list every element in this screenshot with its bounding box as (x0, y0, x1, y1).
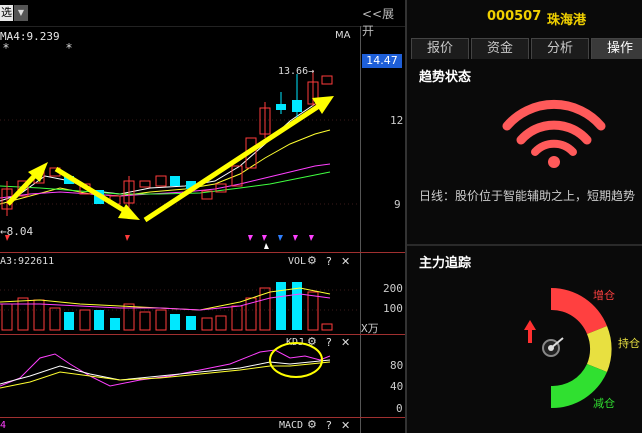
low-price-label: ←8.04 (0, 225, 34, 238)
candle-up (139, 180, 151, 188)
gear-icon[interactable]: ⚙ (307, 418, 317, 431)
tab-operation[interactable]: 操作 (591, 38, 642, 59)
candlestick-chart[interactable] (0, 26, 360, 252)
chart-area[interactable]: 选 ▼ <<展开 MA4:9.239 MA * * 14.47 12 9 13.… (0, 0, 405, 433)
price-axis-line (360, 26, 361, 433)
volume-title: VOL (288, 256, 307, 267)
stock-code: 000507 (487, 9, 542, 24)
macd-legend: 4 (0, 420, 7, 431)
trend-arrows (6, 96, 334, 223)
expand-button[interactable]: <<展开 (362, 5, 405, 39)
kdj-axis-label: 40 (390, 380, 404, 393)
section-divider (407, 244, 642, 246)
gauge-label-increase: 增仓 (593, 289, 615, 302)
price-axis-label: 12 (390, 114, 404, 127)
stock-name: 珠海港 (547, 13, 587, 28)
high-price-label: 13.66→ (278, 66, 315, 77)
trend-description: 日线：股价位于智能辅助之上，短期趋势 (419, 189, 636, 203)
main-force-title: 主力追踪 (419, 256, 472, 271)
volume-chart[interactable] (0, 270, 360, 332)
gear-icon[interactable]: ⚙ (307, 254, 317, 267)
arrow-up-icon-shaft (528, 329, 532, 343)
kdj-axis-label: 0 (396, 402, 403, 415)
highlight-circle (269, 342, 323, 378)
tab-funds[interactable]: 资金 (471, 38, 529, 59)
current-price-tag: 14.47 (362, 54, 402, 68)
candle-up (321, 75, 333, 85)
macd-title: MACD (279, 420, 304, 431)
gauge-label-decrease: 减仓 (593, 397, 615, 410)
close-icon[interactable]: ✕ (341, 255, 350, 268)
kdj-k-line (0, 359, 331, 385)
candle-up (155, 175, 167, 187)
kdj-axis-label: 80 (390, 359, 404, 372)
panel-divider (0, 252, 405, 253)
close-icon[interactable]: ✕ (341, 419, 350, 432)
volume-bars (1, 282, 333, 331)
gauge-label-hold: 持仓 (618, 337, 640, 350)
kdj-j-line (0, 349, 331, 387)
trend-title: 趋势状态 (419, 70, 472, 85)
help-icon[interactable]: ? (326, 255, 332, 268)
panel-divider (0, 417, 405, 418)
tab-bar: 报价 资金 分析 操作 (411, 38, 642, 59)
tab-analysis[interactable]: 分析 (531, 38, 589, 59)
volume-legend: A3:922611 (0, 256, 55, 267)
kdj-chart[interactable] (0, 336, 360, 416)
analysis-panel: 000507 珠海港 报价 资金 分析 操作 趋势状态 日线：股价位于智能辅助之… (405, 0, 642, 433)
tab-quote[interactable]: 报价 (411, 38, 469, 59)
volume-axis-label: 200 (383, 282, 403, 295)
panel-divider (0, 334, 405, 335)
wifi-signal-icon (502, 100, 606, 168)
volume-axis-label: 100 (383, 302, 403, 315)
mode-selector[interactable]: 选 (0, 5, 13, 21)
signal-markers (5, 235, 314, 249)
chevron-down-icon[interactable]: ▼ (14, 5, 28, 21)
candle-up (231, 165, 243, 187)
help-icon[interactable]: ? (326, 419, 332, 432)
chart-toolbar (0, 0, 405, 27)
candle-down (170, 176, 180, 186)
price-axis-label: 9 (394, 198, 401, 211)
